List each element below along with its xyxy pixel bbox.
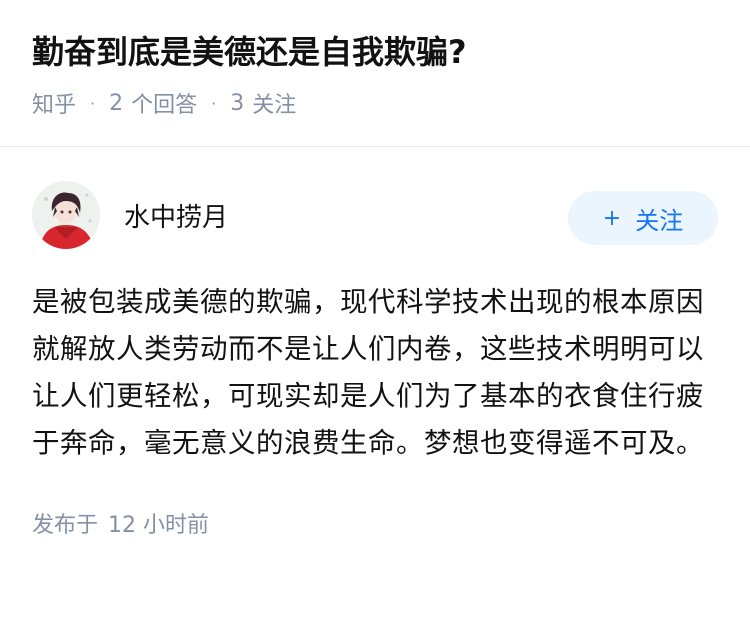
separator-dot: · (211, 93, 217, 113)
question-meta: 知乎 · 2 个回答 · 3 关注 (32, 87, 718, 119)
question-header: 勤奋到底是美德还是自我欺骗? 知乎 · 2 个回答 · 3 关注 (0, 0, 750, 118)
published-label: 发布于 (32, 513, 99, 538)
answers-label[interactable]: 个回答 (131, 87, 197, 119)
followers-label[interactable]: 关注 (252, 87, 296, 119)
answer-content[interactable]: 是被包装成美德的欺骗，现代科学技术出现的根本原因就解放人类劳动而不是让人们内卷，… (32, 279, 718, 467)
followers-count[interactable]: 3 (230, 91, 244, 116)
divider (0, 146, 750, 147)
avatar[interactable] (32, 181, 100, 249)
answer-card: 水中捞月 + 关注 是被包装成美德的欺骗，现代科学技术出现的根本原因就解放人类劳… (0, 179, 750, 539)
published-time: 12 小时前 (108, 513, 210, 538)
separator-dot: · (90, 93, 96, 113)
follow-button-label: 关注 (635, 206, 684, 235)
publish-time: 发布于 12 小时前 (32, 507, 718, 539)
answers-count[interactable]: 2 (109, 91, 123, 116)
follow-button[interactable]: + 关注 (568, 191, 718, 245)
source-label[interactable]: 知乎 (32, 87, 76, 119)
author-info[interactable]: 水中捞月 (32, 181, 228, 249)
avatar-image (32, 181, 100, 249)
question-title[interactable]: 勤奋到底是美德还是自我欺骗? (32, 30, 718, 74)
author-name[interactable]: 水中捞月 (124, 197, 228, 234)
author-row: 水中捞月 + 关注 (32, 179, 718, 251)
plus-icon: + (602, 205, 622, 231)
